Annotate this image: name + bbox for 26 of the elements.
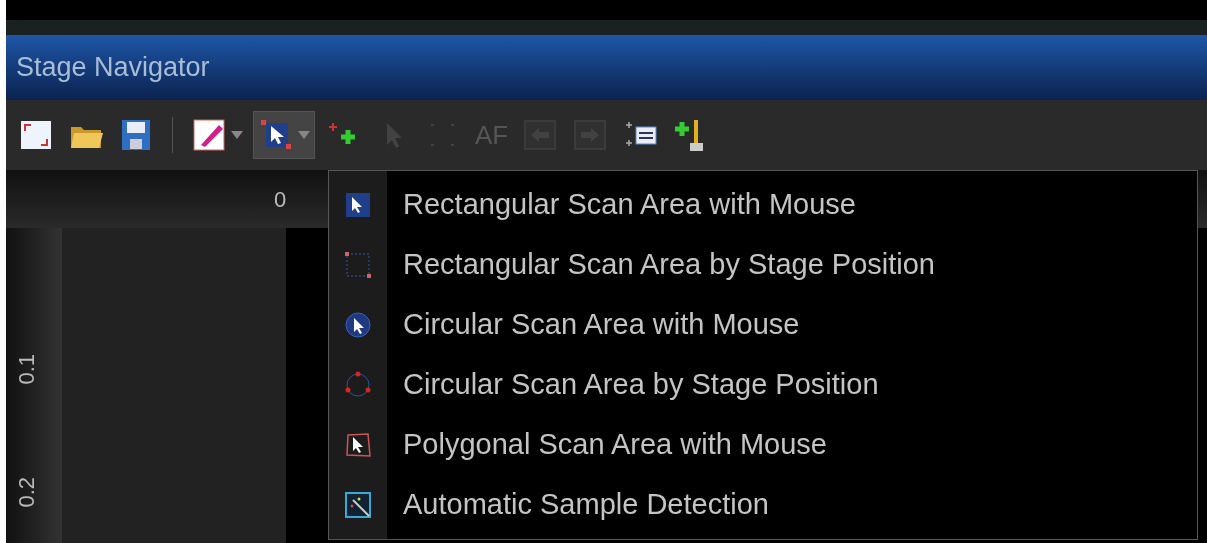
ruler-label: 0.2 — [12, 475, 40, 508]
menu-item-label: Rectangular Scan Area with Mouse — [403, 187, 856, 223]
cursor-area-icon — [343, 190, 373, 220]
ruler-label: 0 — [274, 185, 287, 214]
menu-item[interactable]: Circular Scan Area with Mouse — [329, 295, 1197, 355]
menu-item-label: Circular Scan Area with Mouse — [403, 307, 800, 343]
split-button[interactable] — [253, 111, 315, 159]
menu-item[interactable]: Polygonal Scan Area with Mouse — [329, 415, 1197, 475]
circle-cursor-icon — [343, 310, 373, 340]
pencil-grid-icon — [191, 117, 227, 153]
menu-item-label: Circular Scan Area by Stage Position — [403, 367, 879, 403]
window-title: Stage Navigator — [16, 51, 210, 85]
menu-item[interactable]: Rectangular Scan Area with Mouse — [329, 175, 1197, 235]
menu-item-label: Rectangular Scan Area by Stage Position — [403, 247, 935, 283]
circle-points-icon — [343, 370, 373, 400]
ruler-label: 0.1 — [12, 352, 40, 385]
caret-icon — [231, 131, 243, 139]
polygon-cursor-icon — [343, 430, 373, 460]
wand-area-icon — [343, 490, 373, 520]
caret-icon — [298, 131, 310, 139]
dashed-area-icon — [343, 250, 373, 280]
menu-item-label: Automatic Sample Detection — [403, 487, 769, 523]
menu-item[interactable]: Automatic Sample Detection — [329, 475, 1197, 535]
menu-item-label: Polygonal Scan Area with Mouse — [403, 427, 827, 463]
menu-item[interactable]: Rectangular Scan Area by Stage Position — [329, 235, 1197, 295]
menu-item[interactable]: Circular Scan Area by Stage Position — [329, 355, 1197, 415]
